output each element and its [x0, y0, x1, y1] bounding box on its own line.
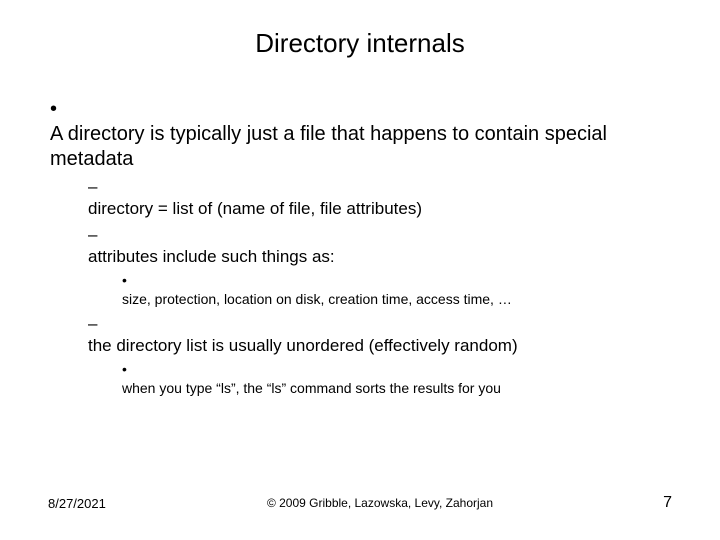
footer-copyright: © 2009 Gribble, Lazowska, Levy, Zahorjan [128, 496, 632, 510]
dash-marker: – [88, 176, 108, 198]
bullet-level2: – attributes include such things as: [88, 224, 680, 268]
bullet-marker: • [122, 271, 138, 290]
bullet-text: size, protection, location on disk, crea… [122, 290, 664, 309]
bullet-text: attributes include such things as: [88, 246, 660, 268]
bullet-text: directory = list of (name of file, file … [88, 198, 660, 220]
bullet-text: when you type “ls”, the “ls” command sor… [122, 379, 664, 398]
slide-footer: 8/27/2021 © 2009 Gribble, Lazowska, Levy… [0, 494, 720, 512]
dash-marker: – [88, 224, 108, 246]
bullet-level3: • size, protection, location on disk, cr… [122, 271, 680, 309]
dash-marker: – [88, 313, 108, 335]
bullet-text: A directory is typically just a file tha… [50, 122, 652, 172]
bullet-level2: – the directory list is usually unordere… [88, 313, 680, 357]
bullet-text: the directory list is usually unordered … [88, 335, 660, 357]
bullet-level3: • when you type “ls”, the “ls” command s… [122, 360, 680, 398]
slide-title: Directory internals [40, 28, 680, 59]
bullet-marker: • [122, 360, 138, 379]
bullet-level1: • A directory is typically just a file t… [50, 97, 680, 172]
footer-page-number: 7 [632, 494, 672, 512]
bullet-marker: • [50, 97, 78, 122]
footer-date: 8/27/2021 [48, 496, 128, 511]
bullet-level2: – directory = list of (name of file, fil… [88, 176, 680, 220]
